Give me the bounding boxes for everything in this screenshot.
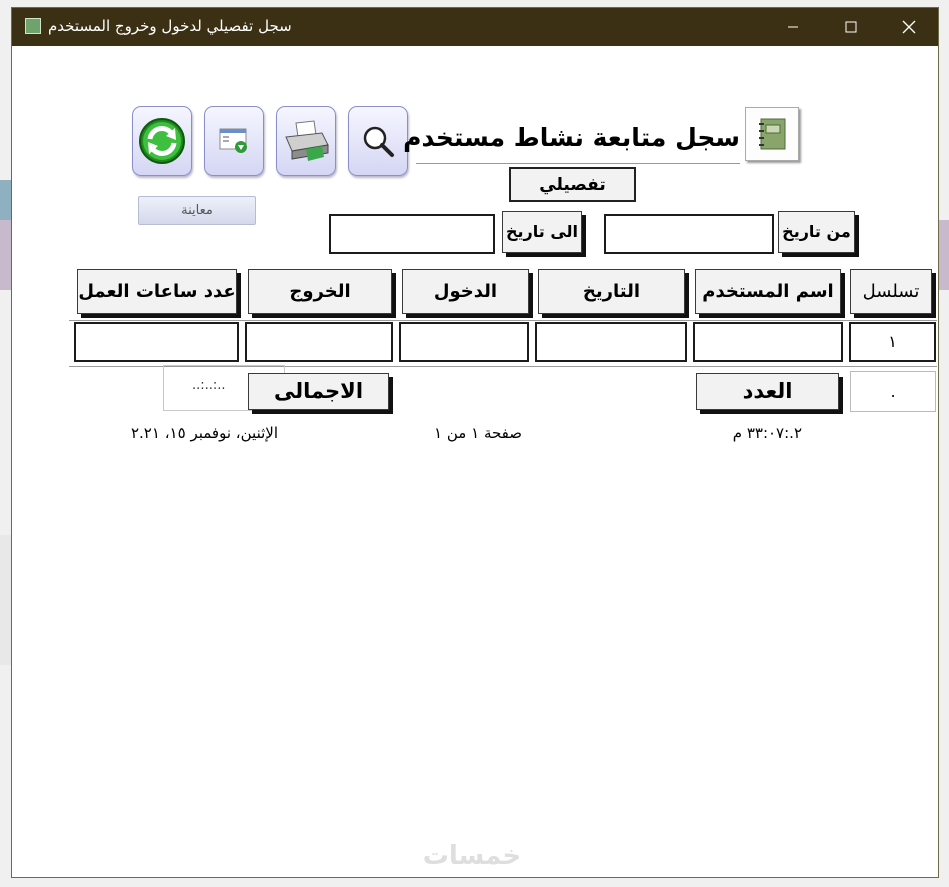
app-icon [25, 18, 41, 34]
row-logout-cell [245, 322, 393, 362]
close-icon [902, 20, 916, 34]
column-header-serial[interactable]: تسلسل [850, 269, 932, 314]
footer-page-number: صفحة ١ من ١ [434, 424, 522, 442]
background-window-edge [0, 535, 11, 665]
minimize-button[interactable] [764, 8, 822, 46]
title-bar[interactable]: سجل تفصيلي لدخول وخروج المستخدم [12, 8, 938, 46]
watermark: خمسات [422, 841, 522, 871]
minimize-icon [788, 26, 798, 28]
row-login-cell [399, 322, 529, 362]
background-window-edge [0, 220, 11, 290]
column-header-logout[interactable]: الخروج [248, 269, 392, 314]
total-label: الاجمالى [248, 373, 389, 410]
close-button[interactable] [880, 8, 938, 46]
report-subtitle: تفصيلي [509, 167, 636, 202]
column-header-username[interactable]: اسم المستخدم [695, 269, 841, 314]
footer-time: ٢.:٣٣:٠٧ م [732, 424, 802, 442]
row-serial-cell: ١ [849, 322, 936, 362]
column-header-date[interactable]: التاريخ [538, 269, 685, 314]
export-icon [219, 128, 247, 153]
refresh-icon [139, 118, 185, 164]
background-window-edge [939, 220, 949, 290]
count-label: العدد [696, 373, 839, 410]
search-icon [363, 126, 394, 157]
printer-icon [285, 120, 329, 161]
column-header-login[interactable]: الدخول [402, 269, 529, 314]
to-date-label: الى تاريخ [502, 211, 582, 253]
column-header-work-hours[interactable]: عدد ساعات العمل [77, 269, 237, 314]
report-window: سجل تفصيلي لدخول وخروج المستخدم معاينة س… [11, 7, 939, 878]
report-logo [745, 107, 799, 161]
row-work-hours-cell [74, 322, 239, 362]
notebook-icon [759, 118, 786, 150]
header-divider [69, 320, 937, 321]
maximize-button[interactable] [822, 8, 880, 46]
refresh-button[interactable] [132, 106, 192, 176]
report-title: سجل متابعة نشاط مستخدم [403, 114, 740, 164]
preview-button[interactable]: معاينة [138, 196, 256, 225]
background-window-edge [0, 180, 11, 220]
maximize-icon [845, 21, 857, 33]
window-title: سجل تفصيلي لدخول وخروج المستخدم [48, 17, 292, 35]
export-button[interactable] [204, 106, 264, 176]
footer-date: الإثنين، نوفمبر ١٥، ٢.٢١ [130, 424, 278, 442]
row-date-cell [535, 322, 687, 362]
print-button[interactable] [276, 106, 336, 176]
count-value: . [850, 371, 936, 412]
to-date-input[interactable] [329, 214, 495, 254]
search-button[interactable] [348, 106, 408, 176]
row-username-cell [693, 322, 843, 362]
from-date-input[interactable] [604, 214, 774, 254]
from-date-label: من تاريخ [778, 211, 855, 253]
